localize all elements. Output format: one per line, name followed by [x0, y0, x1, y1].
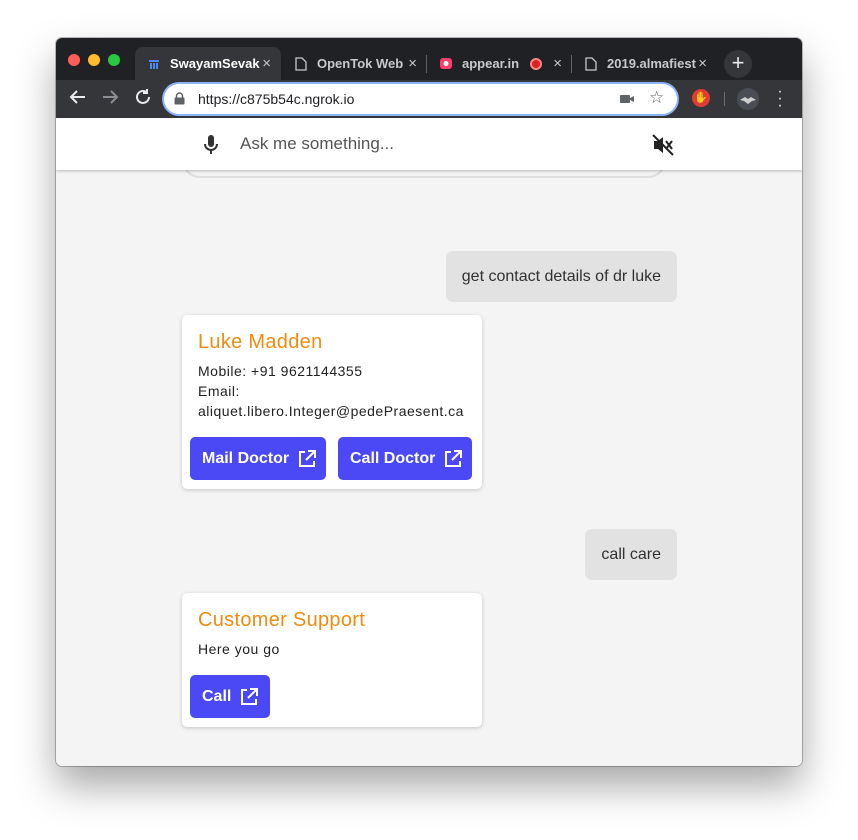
contact-email: aliquet.libero.Integer@pedePraesent.ca — [198, 403, 464, 419]
maximize-window-button[interactable] — [108, 54, 120, 66]
support-title: Customer Support — [198, 609, 366, 631]
open-external-icon — [445, 449, 463, 467]
contact-mobile: Mobile: +91 9621144355 — [198, 363, 363, 379]
bookmark-star-icon[interactable]: ☆ — [649, 88, 664, 108]
call-button[interactable]: Call — [190, 675, 270, 718]
button-label: Call Doctor — [350, 449, 436, 467]
tab-opentok[interactable]: OpenTok Web × — [282, 47, 427, 80]
tab-title: appear.in — [462, 56, 520, 71]
user-message: call care — [585, 529, 677, 580]
tab-close-icon[interactable]: × — [408, 55, 417, 72]
url-text: https://c875b54c.ngrok.io — [198, 91, 355, 107]
tab-strip: SwayamSevak × OpenTok Web × appear.in × … — [56, 38, 802, 80]
extension-stop-icon[interactable]: ✋ — [692, 89, 710, 107]
address-bar[interactable]: https://c875b54c.ngrok.io ☆ — [164, 84, 677, 114]
ask-bar: Ask me something... — [56, 118, 802, 170]
tab-title: 2019.almafiest — [607, 56, 696, 71]
tab-close-icon[interactable]: × — [553, 55, 562, 72]
reload-icon[interactable] — [132, 88, 154, 110]
document-icon — [294, 56, 308, 71]
browser-window: SwayamSevak × OpenTok Web × appear.in × … — [56, 38, 802, 766]
call-doctor-button[interactable]: Call Doctor — [338, 437, 472, 480]
minimize-window-button[interactable] — [88, 54, 100, 66]
more-menu-icon[interactable]: · · · — [776, 84, 784, 114]
mail-doctor-button[interactable]: Mail Doctor — [190, 437, 326, 480]
tab-close-icon[interactable]: × — [262, 55, 271, 72]
tab-title: SwayamSevak — [170, 56, 260, 71]
tab-almafiesta[interactable]: 2019.almafiest × — [572, 47, 717, 80]
microphone-icon[interactable] — [202, 134, 220, 156]
back-arrow-icon[interactable] — [67, 88, 89, 110]
close-window-button[interactable] — [68, 54, 80, 66]
support-card: Customer Support Here you go Call — [182, 593, 482, 727]
volume-off-icon[interactable] — [651, 134, 675, 156]
document-icon — [584, 56, 598, 71]
browser-toolbar: https://c875b54c.ngrok.io ☆ ✋ · · · — [56, 80, 802, 118]
button-label: Mail Doctor — [202, 449, 290, 467]
lock-icon — [174, 92, 185, 105]
toolbar-divider — [724, 92, 725, 106]
forward-arrow-icon[interactable] — [99, 88, 121, 110]
tab-appear-in[interactable]: appear.in × — [427, 47, 572, 80]
button-label: Call — [202, 687, 232, 705]
profile-avatar[interactable] — [737, 88, 759, 110]
open-external-icon — [299, 449, 317, 467]
new-tab-button[interactable]: + — [724, 50, 752, 78]
user-message: get contact details of dr luke — [445, 251, 677, 302]
tab-title: OpenTok Web — [317, 56, 404, 71]
support-text: Here you go — [198, 641, 280, 657]
recording-icon — [530, 57, 542, 70]
app-favicon-icon — [147, 57, 161, 71]
tab-swayamsevak[interactable]: SwayamSevak × — [135, 47, 281, 80]
ask-input[interactable]: Ask me something... — [240, 134, 394, 154]
chat-page: Ask me something... get contact details … — [56, 118, 802, 766]
contact-email-label: Email: — [198, 383, 240, 399]
camera-icon[interactable] — [619, 92, 635, 106]
contact-name: Luke Madden — [198, 331, 323, 353]
appear-favicon-icon — [439, 57, 453, 71]
tab-close-icon[interactable]: × — [698, 55, 707, 72]
contact-card: Luke Madden Mobile: +91 9621144355 Email… — [182, 315, 482, 489]
open-external-icon — [241, 687, 259, 705]
